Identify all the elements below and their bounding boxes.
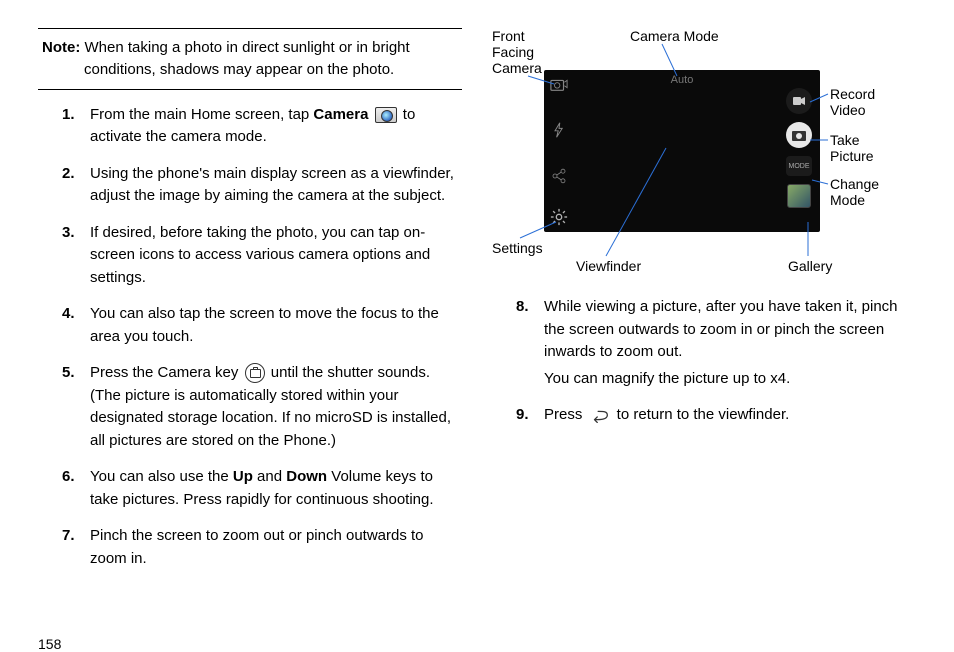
step-item: 4.You can also tap the screen to move th… <box>62 303 462 352</box>
mode-button[interactable]: MODE <box>786 156 812 176</box>
gallery-thumbnail[interactable] <box>787 184 811 208</box>
step-text: While viewing a picture, after you have … <box>544 296 916 394</box>
step-number: 2. <box>62 163 90 212</box>
step-item: 3.If desired, before taking the photo, y… <box>62 222 462 294</box>
right-column: Front Facing Camera Camera Mode Record V… <box>492 28 916 636</box>
step-number: 5. <box>62 362 90 456</box>
record-video-button[interactable] <box>786 88 812 114</box>
shutter-button[interactable] <box>786 122 812 148</box>
note-prefix: Note: <box>42 39 80 56</box>
right-button-stack: MODE <box>782 88 816 208</box>
step-number: 4. <box>62 303 90 352</box>
step-item: 8.While viewing a picture, after you hav… <box>516 296 916 394</box>
label-front-camera: Front Facing Camera <box>492 28 542 76</box>
step-text: Pinch the screen to zoom out or pinch ou… <box>90 525 462 574</box>
front-camera-icon <box>550 76 568 92</box>
step-number: 7. <box>62 525 90 574</box>
label-settings: Settings <box>492 240 543 256</box>
step-item: 6.You can also use the Up and Down Volum… <box>62 466 462 515</box>
step-number: 8. <box>516 296 544 394</box>
share-icon <box>550 168 568 184</box>
flash-icon <box>550 122 568 138</box>
step-text: If desired, before taking the photo, you… <box>90 222 462 294</box>
step-number: 6. <box>62 466 90 515</box>
step-item: 9.Press to return to the viewfinder. <box>516 404 916 431</box>
label-record-video: Record Video <box>830 86 875 118</box>
camera-key-icon <box>245 363 265 383</box>
step-text: You can also tap the screen to move the … <box>90 303 462 352</box>
step-item: 5.Press the Camera key until the shutter… <box>62 362 462 456</box>
label-gallery: Gallery <box>788 258 832 274</box>
step-item: 1.From the main Home screen, tap Camera … <box>62 104 462 153</box>
step-number: 3. <box>62 222 90 294</box>
step-text: From the main Home screen, tap Camera to… <box>90 104 462 153</box>
step-item: 2.Using the phone's main display screen … <box>62 163 462 212</box>
label-take-picture: Take Picture <box>830 132 874 164</box>
camera-diagram: Front Facing Camera Camera Mode Record V… <box>492 28 916 278</box>
step-number: 1. <box>62 104 90 153</box>
step-text: Press to return to the viewfinder. <box>544 404 916 431</box>
camera-mode-text: Auto <box>671 74 694 86</box>
note-box: Note: When taking a photo in direct sunl… <box>38 28 462 90</box>
step-text: You can also use the Up and Down Volume … <box>90 466 462 515</box>
step-text: Press the Camera key until the shutter s… <box>90 362 462 456</box>
settings-gear-icon <box>550 208 568 226</box>
steps-right: 8.While viewing a picture, after you hav… <box>492 296 916 431</box>
steps-left: 1.From the main Home screen, tap Camera … <box>38 104 462 575</box>
step-text: Using the phone's main display screen as… <box>90 163 462 212</box>
step-number: 9. <box>516 404 544 431</box>
camera-app-icon <box>375 107 397 123</box>
label-viewfinder: Viewfinder <box>576 258 641 274</box>
back-key-icon <box>589 408 611 422</box>
note-text: When taking a photo in direct sunlight o… <box>80 39 409 78</box>
label-change-mode: Change Mode <box>830 176 879 208</box>
step-item: 7.Pinch the screen to zoom out or pinch … <box>62 525 462 574</box>
page-number: 158 <box>38 636 61 652</box>
label-camera-mode: Camera Mode <box>630 28 719 44</box>
left-column: Note: When taking a photo in direct sunl… <box>38 28 462 636</box>
phone-viewfinder: Auto MODE <box>544 70 820 232</box>
